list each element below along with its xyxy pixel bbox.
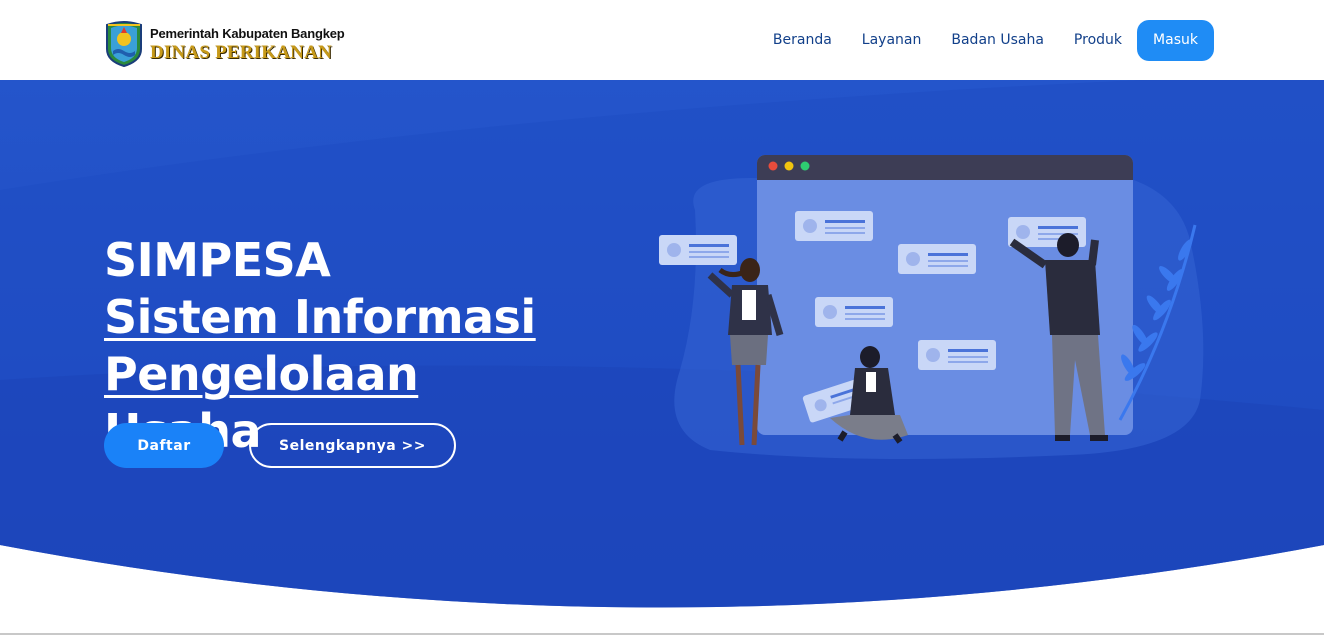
hero-title: SIMPESA [104,233,331,287]
regency-emblem-icon [106,21,142,67]
navbar: Pemerintah Kabupaten Bangkep DINAS PERIK… [0,0,1324,80]
login-button[interactable]: Masuk [1137,19,1214,61]
nav-link-beranda[interactable]: Beranda [773,32,832,48]
nav-link-badan-usaha[interactable]: Badan Usaha [951,32,1044,48]
nav-link-layanan[interactable]: Layanan [862,32,922,48]
profile-card [898,244,976,274]
register-button[interactable]: Daftar [104,423,224,468]
brand[interactable]: Pemerintah Kabupaten Bangkep DINAS PERIK… [104,18,345,68]
learn-more-button[interactable]: Selengkapnya >> [249,423,456,468]
people-browser-cards-illustration [659,155,1204,459]
profile-card [795,211,873,241]
hero-subtitle-line1: Sistem Informasi [104,290,536,344]
profile-card [815,297,893,327]
profile-card [659,235,737,265]
profile-card [918,340,996,370]
brand-line1: Pemerintah Kabupaten Bangkep [150,26,345,41]
nav-menu: Beranda Layanan Badan Usaha Produk Masuk [743,19,1214,61]
nav-link-produk[interactable]: Produk [1074,32,1122,48]
brand-line2: DINAS PERIKANAN [150,42,332,63]
hero-subtitle-line2: Pengelolaan [104,347,419,401]
